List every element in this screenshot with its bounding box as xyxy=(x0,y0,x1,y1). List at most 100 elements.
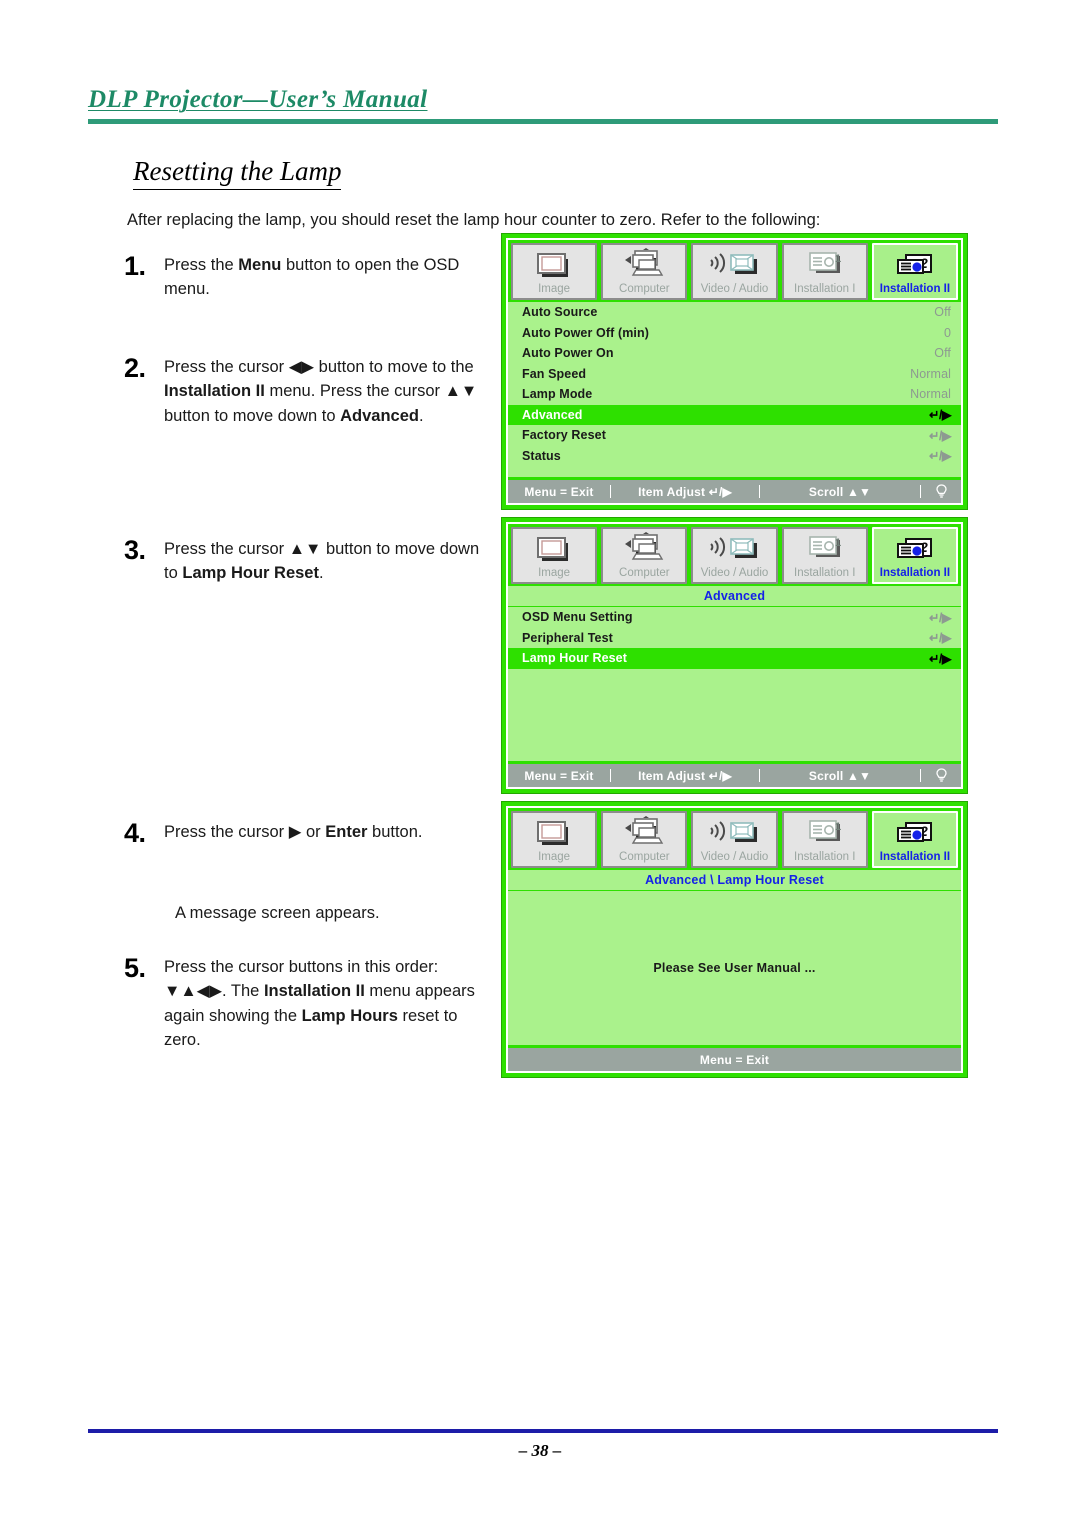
osd-tab-installation-2[interactable]: 2 Installation II xyxy=(871,243,959,300)
video-audio-tab-icon xyxy=(693,813,775,852)
osd-row-label: Lamp Hour Reset xyxy=(522,651,627,666)
computer-tab-icon xyxy=(603,529,685,568)
osd-tab-label: Image xyxy=(538,282,571,295)
osd-row-value: ↵/▶ xyxy=(928,428,952,443)
video-audio-tab-icon xyxy=(693,529,775,568)
osd-status-exit: Menu = Exit xyxy=(699,1052,770,1067)
osd-tab-label: Installation I xyxy=(794,850,856,863)
osd-menu-row[interactable]: Auto Power On Off xyxy=(508,343,961,364)
video-audio-tab-icon xyxy=(693,245,775,284)
osd-row-value: Normal xyxy=(910,387,951,402)
svg-text:1: 1 xyxy=(835,821,841,833)
osd-tab-installation-1[interactable]: 1 Installation I xyxy=(781,527,868,584)
osd-tab-computer[interactable]: Computer xyxy=(601,527,688,584)
osd-screenshot-installation-2: Image Computer Video / Audio 1 Installat… xyxy=(501,233,968,510)
manual-page: DLP Projector—User’s Manual Resetting th… xyxy=(0,0,1080,1527)
osd-tab-video-audio[interactable]: Video / Audio xyxy=(691,527,778,584)
osd-row-label: Peripheral Test xyxy=(522,630,613,645)
osd-menu-row[interactable]: Lamp Mode Normal xyxy=(508,384,961,405)
osd-status-item-adjust: Item Adjust ↵/▶ xyxy=(638,768,732,783)
osd-tab-computer[interactable]: Computer xyxy=(601,243,688,300)
header-title: DLP Projector—User’s Manual xyxy=(88,86,428,113)
image-tab-icon xyxy=(513,245,595,284)
osd-menu-row[interactable]: Peripheral Test ↵/▶ xyxy=(508,628,961,649)
osd-row-value: Off xyxy=(934,305,951,320)
osd-tab-label: Video / Audio xyxy=(700,282,769,295)
osd-status-bar: Menu = Exit Item Adjust ↵/▶ Scroll ▲▼ xyxy=(508,764,961,787)
osd-empty-space xyxy=(508,668,961,761)
installation-2-tab-icon: 2 xyxy=(874,529,956,568)
osd-row-label: Auto Power On xyxy=(522,346,614,361)
osd-tab-label: Video / Audio xyxy=(700,850,769,863)
message-screen-note: A message screen appears. xyxy=(175,904,380,922)
osd-menu-row-advanced[interactable]: Advanced ↵/▶ xyxy=(508,404,961,425)
osd-tab-image[interactable]: Image xyxy=(511,527,598,584)
osd-menu-row[interactable]: OSD Menu Setting ↵/▶ xyxy=(508,607,961,628)
osd-tab-label: Installation II xyxy=(879,282,951,295)
osd-screenshot-advanced: Image Computer Video / Audio 1 Installat… xyxy=(501,517,968,794)
installation-1-tab-icon: 1 xyxy=(784,529,866,568)
osd-menu-row[interactable]: Fan Speed Normal xyxy=(508,364,961,385)
osd-tab-video-audio[interactable]: Video / Audio xyxy=(691,811,778,868)
osd-breadcrumb: Advanced \ Lamp Hour Reset xyxy=(508,870,961,891)
osd-row-value: ↵/▶ xyxy=(928,631,952,646)
step-number: 1. xyxy=(124,251,146,281)
osd-tab-label: Computer xyxy=(619,850,670,863)
osd-menu-row[interactable]: Auto Source Off xyxy=(508,302,961,323)
step-4: 4. Press the cursor ▶ or Enter button. xyxy=(124,820,422,847)
section-heading: Resetting the Lamp xyxy=(133,156,342,190)
osd-row-label: OSD Menu Setting xyxy=(522,610,633,625)
osd-status-scroll: Scroll ▲▼ xyxy=(808,484,872,499)
osd-tab-label: Image xyxy=(538,566,571,579)
osd-tab-installation-2[interactable]: 2 Installation II xyxy=(871,811,959,868)
installation-2-tab-icon: 2 xyxy=(874,813,956,852)
osd-tab-label: Computer xyxy=(619,282,670,295)
osd-row-value: Normal xyxy=(910,366,951,381)
osd-tab-image[interactable]: Image xyxy=(511,811,598,868)
osd-menu-row-lamp-hour-reset[interactable]: Lamp Hour Reset ↵/▶ xyxy=(508,648,961,669)
step-3: 3. Press the cursor ▲▼ button to move do… xyxy=(124,537,494,586)
page-number: – 38 – xyxy=(518,1441,562,1460)
image-tab-icon xyxy=(513,529,595,568)
step-number: 3. xyxy=(124,535,146,565)
osd-tab-label: Installation II xyxy=(879,850,951,863)
svg-text:1: 1 xyxy=(835,537,841,549)
osd-row-label: Status xyxy=(522,448,561,463)
osd-tab-label: Video / Audio xyxy=(700,566,769,579)
header-rule xyxy=(88,119,998,124)
osd-menu-list: OSD Menu Setting ↵/▶ Peripheral Test ↵/▶… xyxy=(508,607,961,761)
osd-tab-image[interactable]: Image xyxy=(511,243,598,300)
lamp-icon xyxy=(921,484,961,499)
osd-tab-bar: Image Computer Video / Audio 1 Installat… xyxy=(508,240,961,302)
osd-menu-row[interactable]: Auto Power Off (min) 0 xyxy=(508,323,961,344)
lamp-icon xyxy=(921,768,961,783)
osd-message-text: Please See User Manual ... xyxy=(508,891,961,1045)
osd-status-exit: Menu = Exit xyxy=(524,484,594,499)
osd-tab-computer[interactable]: Computer xyxy=(601,811,688,868)
svg-text:1: 1 xyxy=(835,253,841,265)
step-2: 2. Press the cursor ◀▶ button to move to… xyxy=(124,355,494,428)
osd-screenshot-lamp-hour-reset: Image Computer Video / Audio 1 Installat… xyxy=(501,801,968,1078)
osd-tab-video-audio[interactable]: Video / Audio xyxy=(691,243,778,300)
page-header: DLP Projector—User’s Manual xyxy=(88,86,998,124)
osd-tab-installation-1[interactable]: 1 Installation I xyxy=(781,811,868,868)
osd-tab-installation-1[interactable]: 1 Installation I xyxy=(781,243,868,300)
step-number: 4. xyxy=(124,818,146,848)
osd-menu-list: Auto Source Off Auto Power Off (min) 0 A… xyxy=(508,302,961,477)
step-1: 1. Press the Menu button to open the OSD… xyxy=(124,253,494,302)
osd-tab-label: Installation I xyxy=(794,566,856,579)
osd-menu-row[interactable]: Status ↵/▶ xyxy=(508,446,961,467)
osd-row-label: Advanced xyxy=(522,407,583,422)
step-text: Press the cursor ◀▶ button to move to th… xyxy=(164,358,478,425)
osd-row-label: Auto Source xyxy=(522,305,598,320)
osd-row-value: 0 xyxy=(943,325,951,340)
osd-tab-installation-2[interactable]: 2 Installation II xyxy=(871,527,959,584)
osd-tab-label: Installation II xyxy=(879,566,951,579)
osd-tab-bar: Image Computer Video / Audio 1 Installat… xyxy=(508,524,961,586)
step-text: Press the Menu button to open the OSD me… xyxy=(164,256,460,299)
installation-1-tab-icon: 1 xyxy=(784,813,866,852)
osd-menu-row[interactable]: Factory Reset ↵/▶ xyxy=(508,425,961,446)
osd-empty-space xyxy=(508,466,961,477)
osd-submenu-title: Advanced xyxy=(508,586,961,607)
osd-tab-label: Computer xyxy=(619,566,670,579)
